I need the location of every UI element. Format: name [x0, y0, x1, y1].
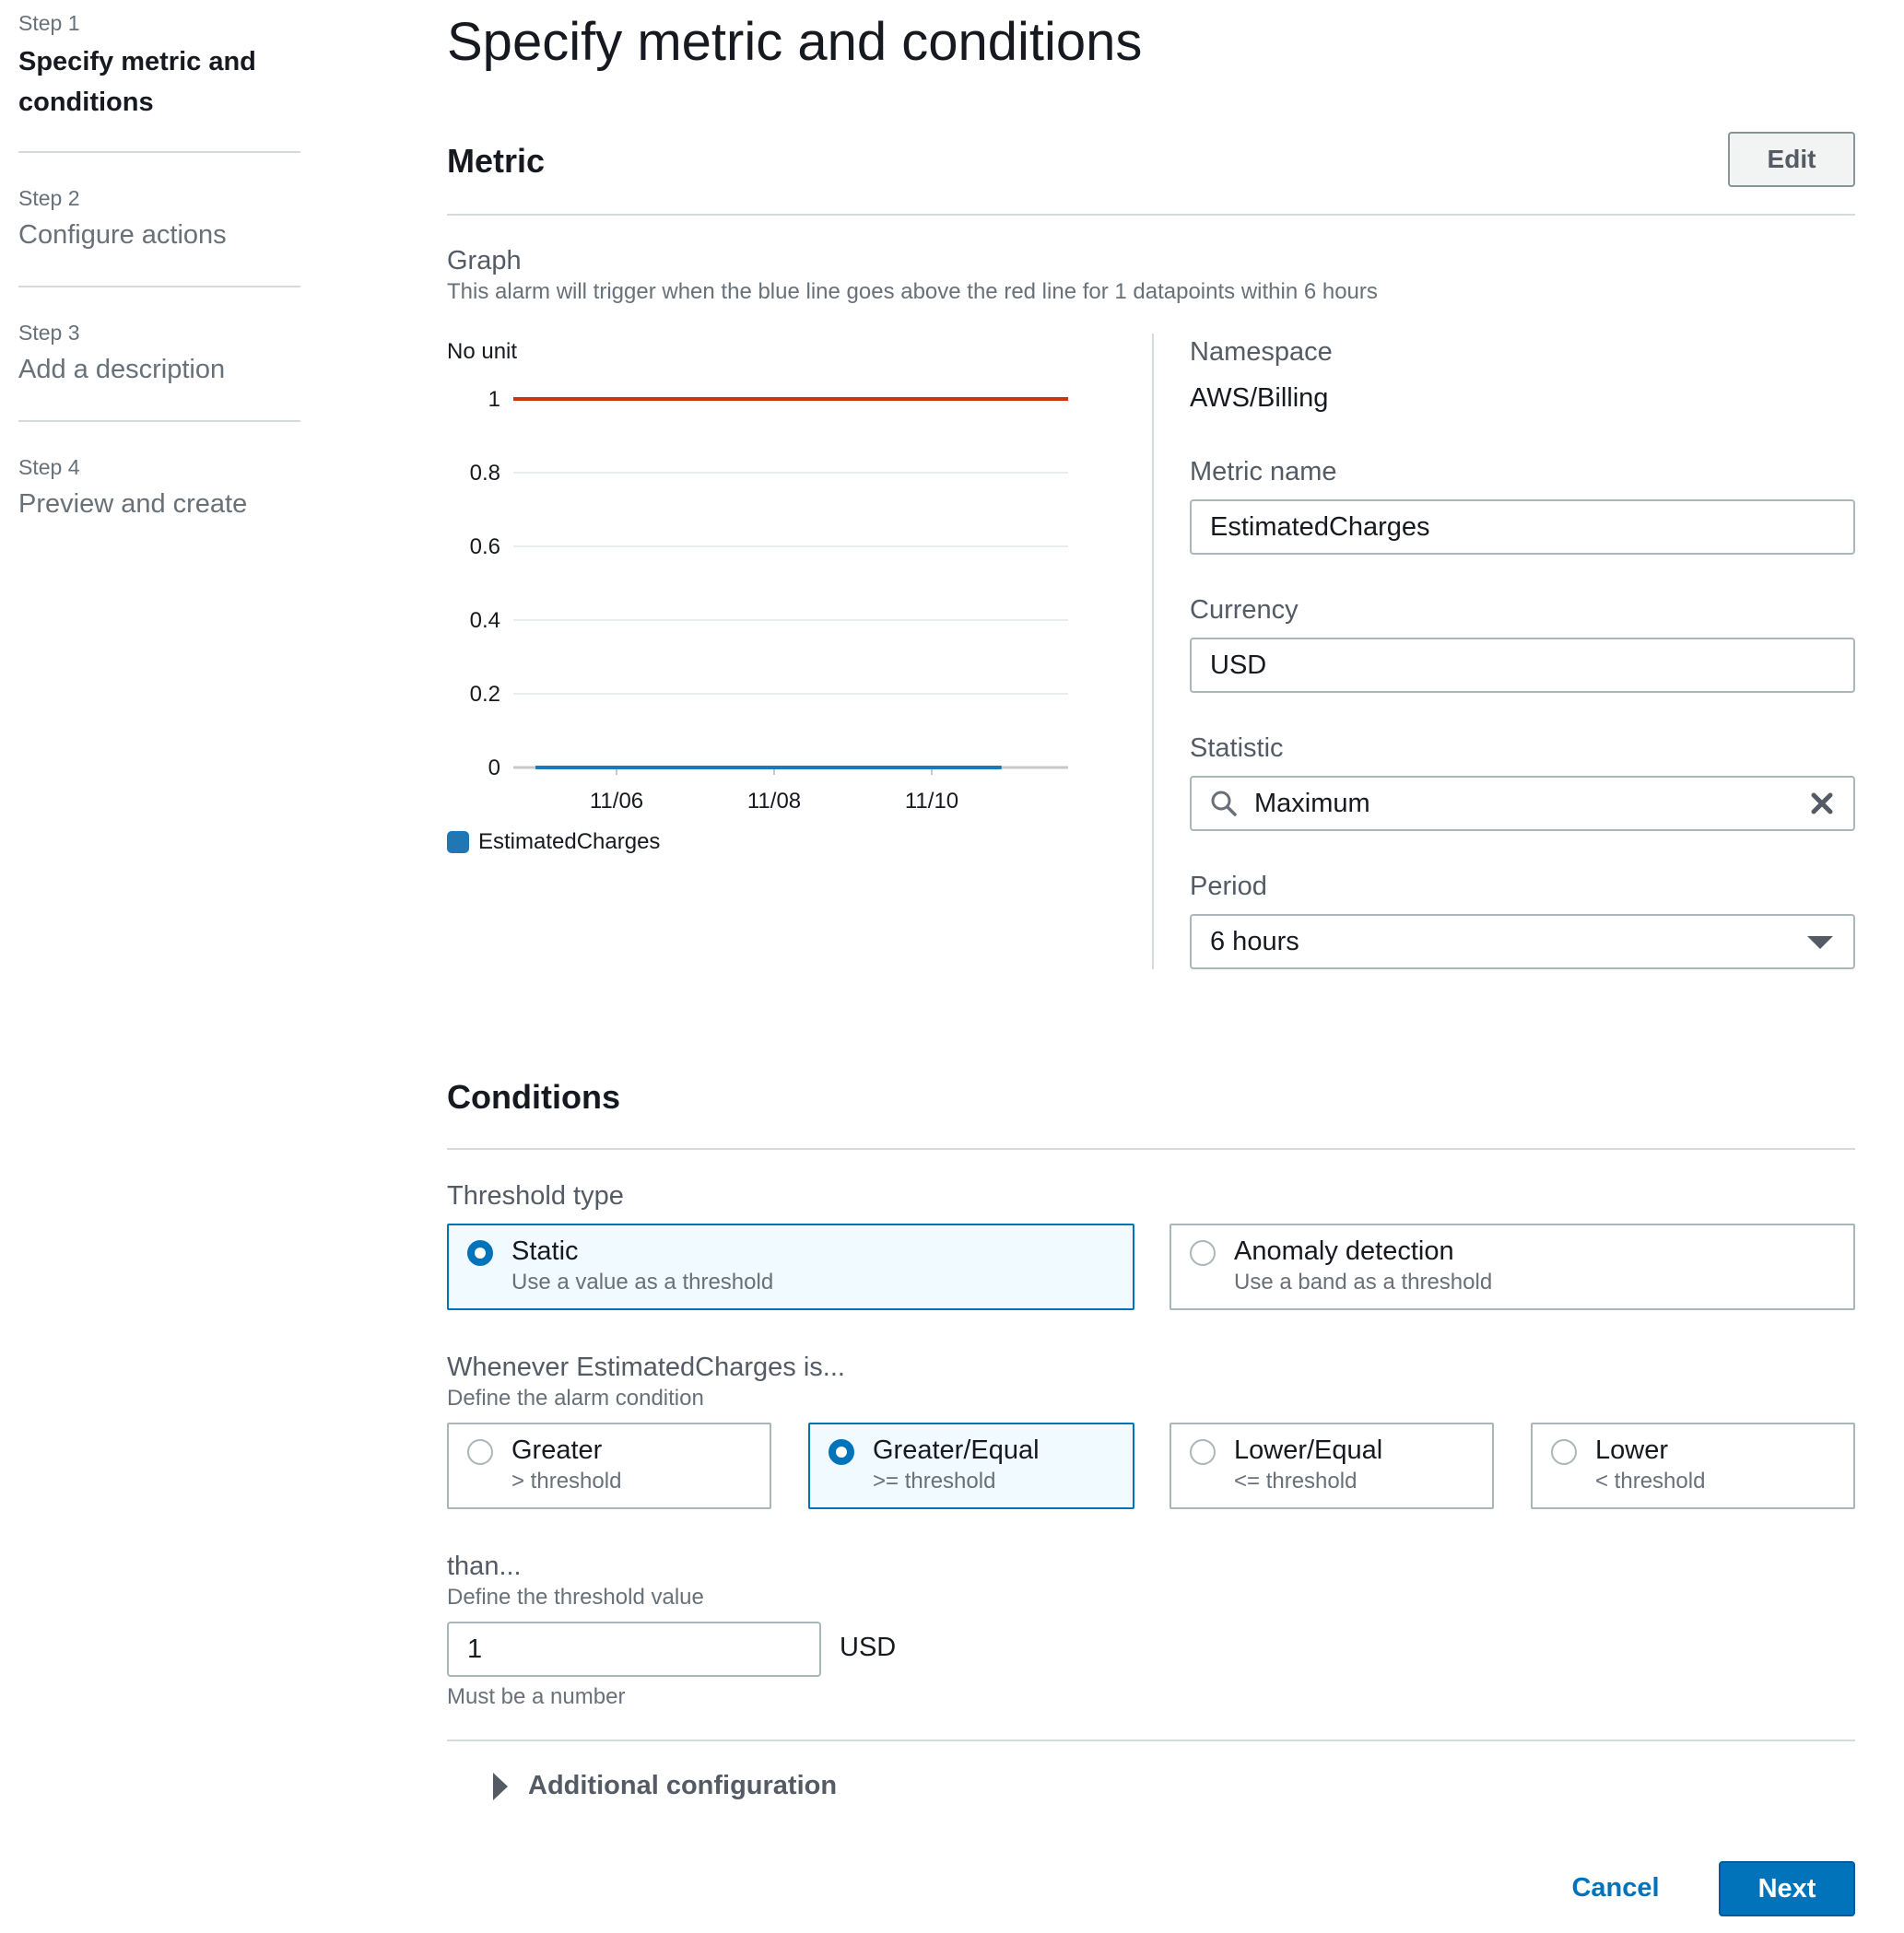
option-title: Lower: [1595, 1435, 1668, 1465]
option-description: Use a value as a threshold: [511, 1270, 774, 1295]
currency-label: Currency: [1190, 595, 1299, 625]
wizard-steps: Step 1 Specify metric and conditions Ste…: [18, 0, 300, 556]
option-title: Greater/Equal: [873, 1435, 1040, 1465]
step-number: Step 3: [18, 321, 80, 345]
step-label: Configure actions: [18, 220, 227, 250]
option-description: <= threshold: [1234, 1469, 1357, 1494]
graph-subtitle: This alarm will trigger when the blue li…: [447, 279, 1378, 304]
than-label: than...: [447, 1552, 522, 1581]
step-1[interactable]: Step 1 Specify metric and conditions: [18, 0, 300, 153]
step-number: Step 1: [18, 11, 80, 35]
currency-field[interactable]: USD: [1190, 638, 1855, 693]
divider: [447, 1740, 1855, 1741]
threshold-type-anomaly[interactable]: Anomaly detection Use a band as a thresh…: [1169, 1224, 1855, 1310]
metric-name-field[interactable]: EstimatedCharges: [1190, 499, 1855, 555]
y-tick-label: 1: [488, 387, 500, 412]
option-description: >= threshold: [873, 1469, 996, 1494]
chart-unit-label: No unit: [447, 339, 518, 364]
option-title: Anomaly detection: [1234, 1236, 1454, 1266]
operator-lower-equal[interactable]: Lower/Equal <= threshold: [1169, 1423, 1494, 1509]
step-label: Add a description: [18, 355, 226, 384]
x-tick-label: 11/10: [905, 789, 958, 814]
option-description: > threshold: [511, 1469, 622, 1494]
step-label: Specify metric and conditions: [18, 47, 256, 117]
step-3[interactable]: Step 3 Add a description: [18, 287, 300, 422]
step-number: Step 4: [18, 455, 80, 479]
radio-button[interactable]: [1190, 1240, 1216, 1266]
divider: [447, 214, 1855, 216]
whenever-label: Whenever EstimatedCharges is...: [447, 1353, 845, 1382]
radio-button[interactable]: [829, 1439, 854, 1465]
metric-heading: Metric: [447, 142, 546, 180]
step-4[interactable]: Step 4 Preview and create: [18, 422, 300, 556]
operator-greater-equal[interactable]: Greater/Equal >= threshold: [808, 1423, 1134, 1509]
threshold-hint: Must be a number: [447, 1684, 626, 1709]
option-title: Lower/Equal: [1234, 1435, 1383, 1465]
metric-name-label: Metric name: [1190, 457, 1337, 486]
radio-button[interactable]: [1190, 1439, 1216, 1465]
graph-title: Graph: [447, 246, 522, 275]
chart-legend[interactable]: EstimatedCharges: [447, 829, 660, 855]
additional-configuration-toggle[interactable]: Additional configuration: [493, 1771, 837, 1801]
whenever-description: Define the alarm condition: [447, 1386, 704, 1411]
cancel-button[interactable]: Cancel: [1560, 1867, 1671, 1909]
x-tick-label: 11/08: [747, 789, 801, 814]
option-description: Use a band as a threshold: [1234, 1270, 1493, 1295]
currency-value: USD: [1210, 650, 1267, 680]
step-2[interactable]: Step 2 Configure actions: [18, 153, 300, 287]
option-description: < threshold: [1595, 1469, 1706, 1494]
search-icon: [1211, 791, 1237, 816]
metric-chart: 0 0.2 0.4 0.6 0.8 1 11/06 11/08 11/10: [470, 387, 1068, 814]
divider: [447, 1148, 1855, 1150]
period-value: 6 hours: [1210, 926, 1299, 956]
radio-button[interactable]: [467, 1240, 493, 1266]
legend-swatch: [447, 831, 469, 853]
metric-name-value: EstimatedCharges: [1210, 511, 1430, 542]
y-tick-label: 0.8: [470, 461, 500, 486]
namespace-label: Namespace: [1190, 337, 1333, 367]
operator-lower[interactable]: Lower < threshold: [1531, 1423, 1855, 1509]
threshold-type-label: Threshold type: [447, 1181, 624, 1211]
option-title: Static: [511, 1236, 579, 1266]
threshold-type-static[interactable]: Static Use a value as a threshold: [447, 1224, 1134, 1310]
threshold-unit: USD: [840, 1633, 897, 1662]
page-title: Specify metric and conditions: [447, 12, 1143, 72]
period-select[interactable]: 6 hours: [1190, 914, 1855, 969]
period-label: Period: [1190, 872, 1267, 901]
legend-label: EstimatedCharges: [478, 829, 661, 854]
threshold-value-input[interactable]: [447, 1622, 821, 1677]
y-tick-label: 0.4: [470, 608, 500, 633]
next-button[interactable]: Next: [1719, 1861, 1855, 1916]
step-number: Step 2: [18, 186, 80, 210]
additional-configuration-label: Additional configuration: [528, 1771, 838, 1800]
caret-down-icon: [1807, 936, 1833, 949]
vertical-divider: [1152, 334, 1154, 969]
operator-greater[interactable]: Greater > threshold: [447, 1423, 771, 1509]
namespace-value: AWS/Billing: [1190, 383, 1329, 413]
clear-icon[interactable]: [1809, 791, 1835, 816]
conditions-heading: Conditions: [447, 1078, 620, 1116]
caret-right-icon: [493, 1772, 508, 1800]
statistic-value: Maximum: [1254, 788, 1370, 818]
edit-button[interactable]: Edit: [1728, 132, 1855, 187]
y-tick-label: 0.2: [470, 682, 500, 707]
y-tick-label: 0.6: [470, 534, 500, 559]
y-tick-label: 0: [488, 756, 500, 780]
radio-button[interactable]: [467, 1439, 493, 1465]
option-title: Greater: [511, 1435, 603, 1465]
statistic-label: Statistic: [1190, 733, 1284, 763]
x-tick-label: 11/06: [590, 789, 643, 814]
than-description: Define the threshold value: [447, 1585, 704, 1610]
step-label: Preview and create: [18, 489, 248, 519]
radio-button[interactable]: [1551, 1439, 1577, 1465]
statistic-field[interactable]: Maximum: [1190, 776, 1855, 831]
